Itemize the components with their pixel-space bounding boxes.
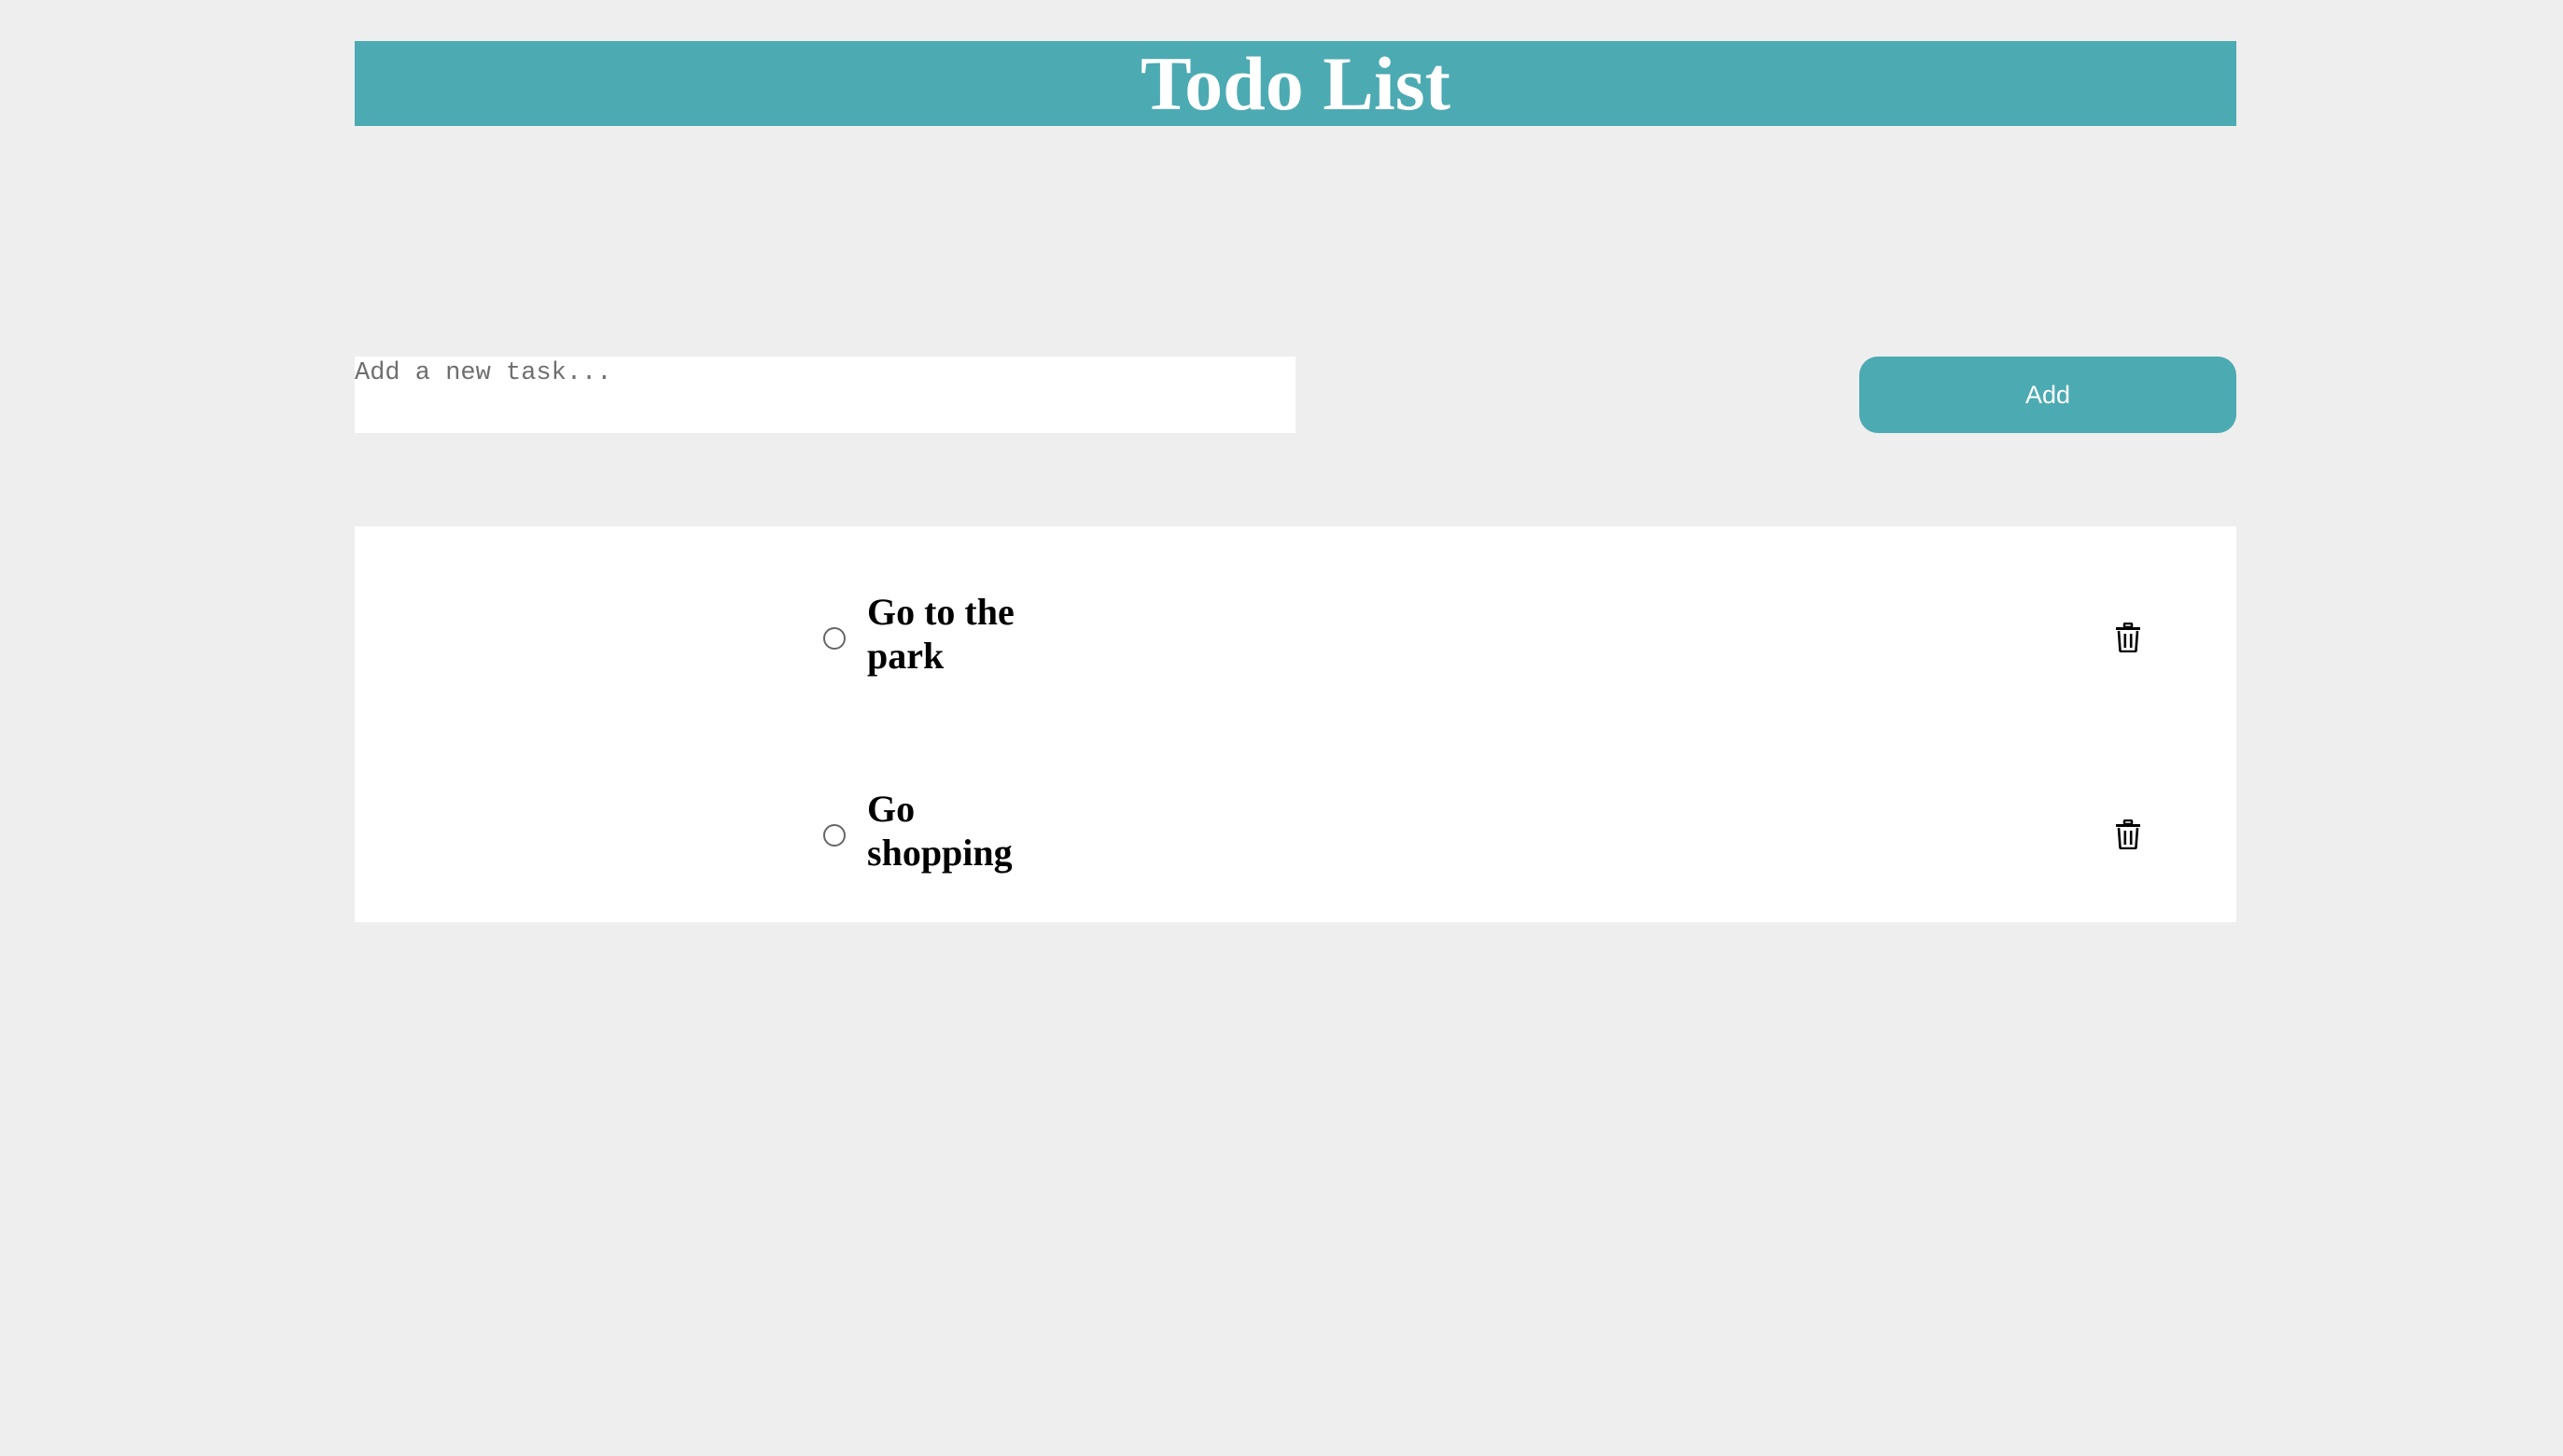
trash-icon[interactable] xyxy=(2115,622,2141,653)
add-task-button[interactable]: Add xyxy=(1859,357,2236,433)
todo-list: Go to the park Go shopping xyxy=(355,526,2236,922)
list-item: Go to the park xyxy=(355,526,2236,724)
trash-icon[interactable] xyxy=(2115,819,2141,850)
radio-circle-icon[interactable] xyxy=(823,627,846,650)
new-task-input[interactable] xyxy=(355,357,1296,390)
app-header: Todo List xyxy=(355,41,2236,126)
new-task-field[interactable] xyxy=(355,357,1296,433)
list-item: Go shopping xyxy=(355,724,2236,922)
todo-label: Go to the park xyxy=(867,591,1015,677)
radio-circle-icon[interactable] xyxy=(823,824,846,847)
page-title: Todo List xyxy=(1141,40,1450,126)
todo-label: Go shopping xyxy=(867,788,1013,874)
